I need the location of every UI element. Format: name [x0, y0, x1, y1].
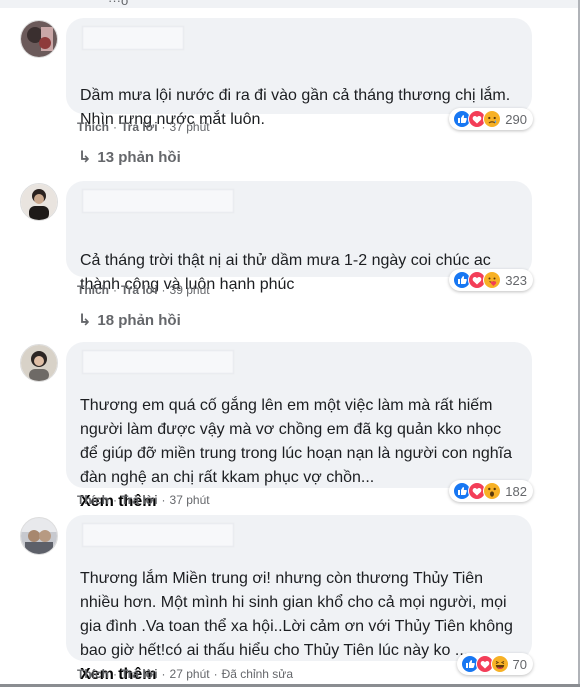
like-button[interactable]: Thích — [77, 283, 109, 297]
comment-text: Thương lắm Miền trung ơi! nhưng còn thươ… — [80, 570, 513, 683]
reply-arrow-icon: ↳ — [78, 312, 92, 329]
comment-bubble: Thương em quá cố gắng lên em một việc là… — [66, 342, 532, 510]
timestamp[interactable]: 37 phút — [170, 493, 210, 507]
reply-button[interactable]: Trả lời — [121, 283, 158, 297]
reaction-count: 70 — [512, 656, 527, 672]
reaction-summary[interactable]: 323 — [449, 269, 533, 291]
comment-bubble: Dầm mưa lội nước đi ra đi vào gần cả thá… — [66, 18, 532, 128]
sad-icon — [483, 110, 502, 128]
avatar[interactable] — [20, 344, 58, 382]
reaction-count: 323 — [505, 272, 527, 288]
like-button[interactable]: Thích — [77, 493, 109, 507]
reaction-count: 182 — [505, 483, 527, 499]
comment-bubble: Thương lắm Miền trung ơi! nhưng còn thươ… — [66, 515, 532, 683]
comment-actions: Thích · Trả lời · 37 phút — [77, 493, 210, 507]
timestamp[interactable]: 37 phút — [170, 120, 210, 134]
top-frame-edge: ···o — [0, 0, 580, 8]
timestamp[interactable]: 27 phút — [170, 667, 210, 681]
avatar[interactable] — [20, 20, 58, 58]
view-replies-link[interactable]: ↳ 18 phản hồi — [78, 310, 181, 330]
view-replies-link[interactable]: ↳ 13 phản hồi — [78, 147, 181, 167]
reaction-summary[interactable]: 70 — [456, 653, 533, 675]
reply-button[interactable]: Trả lời — [121, 120, 158, 134]
reaction-count: 290 — [505, 111, 527, 127]
like-button[interactable]: Thích — [77, 120, 109, 134]
haha-icon — [490, 655, 509, 673]
avatar[interactable] — [20, 517, 58, 555]
avatar[interactable] — [20, 183, 58, 221]
cut-off-text: ···o — [108, 0, 129, 8]
care-icon — [483, 271, 502, 289]
wow-icon — [483, 482, 502, 500]
author-name-redacted[interactable] — [82, 189, 234, 213]
edited-label[interactable]: Đã chỉnh sửa — [222, 667, 293, 681]
reply-button[interactable]: Trả lời — [121, 493, 158, 507]
timestamp[interactable]: 39 phút — [170, 283, 210, 297]
reaction-summary[interactable]: 290 — [449, 108, 533, 130]
author-name-redacted[interactable] — [82, 26, 184, 50]
comment-actions: Thích · Trả lời · 27 phút · Đã chỉnh sửa — [77, 667, 293, 681]
reply-button[interactable]: Trả lời — [121, 667, 158, 681]
reply-arrow-icon: ↳ — [78, 149, 92, 166]
comment-actions: Thích · Trả lời · 37 phút — [77, 120, 210, 134]
comment-actions: Thích · Trả lời · 39 phút — [77, 283, 210, 297]
reaction-summary[interactable]: 182 — [449, 480, 533, 502]
comment-bubble: Cả tháng trời thật nị ai thử dầm mưa 1-2… — [66, 181, 532, 293]
like-button[interactable]: Thích — [77, 667, 109, 681]
